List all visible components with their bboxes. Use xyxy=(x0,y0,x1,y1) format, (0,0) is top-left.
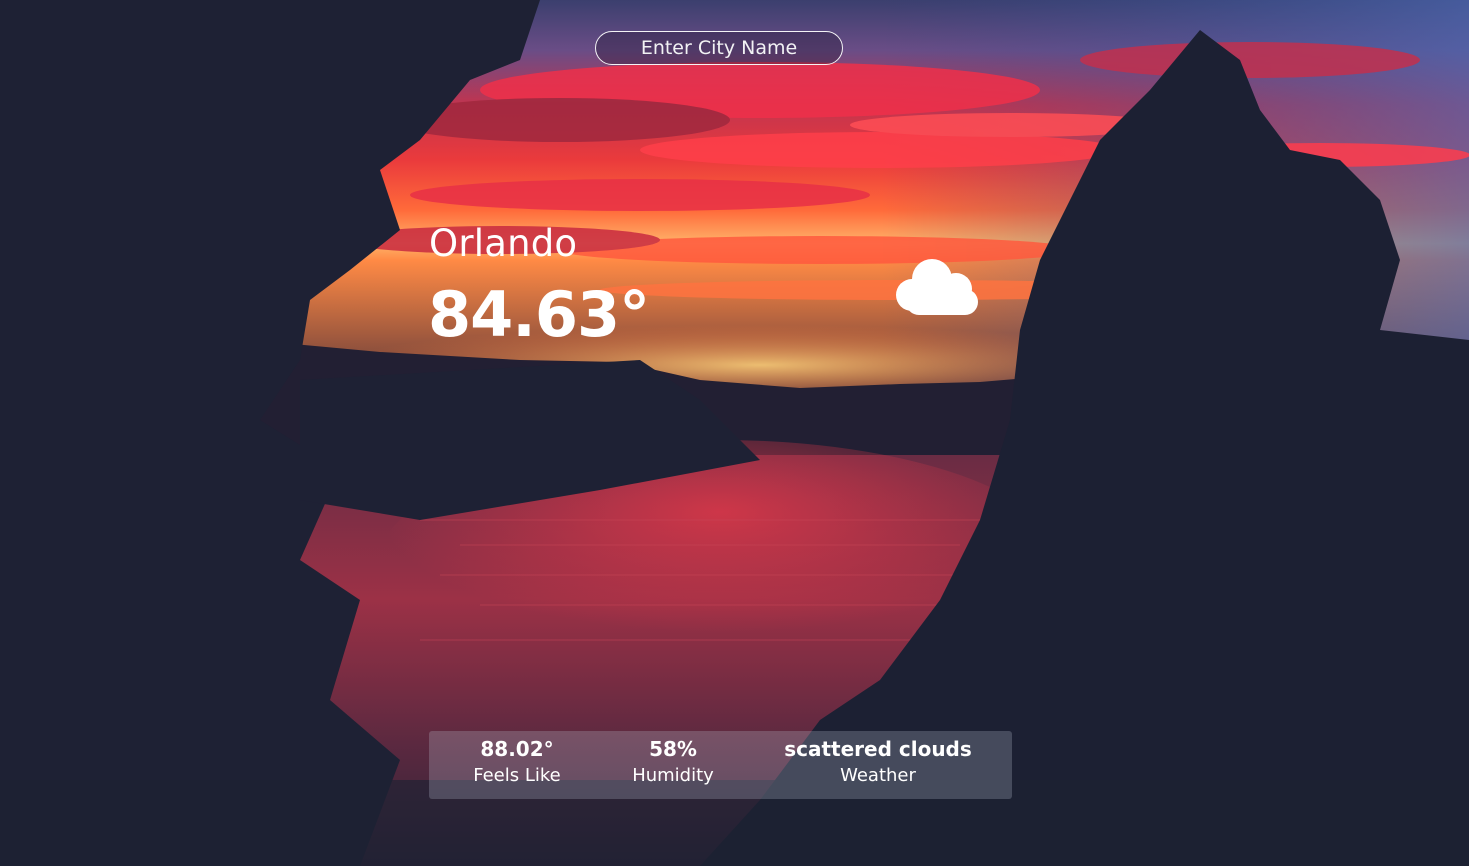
feels-like-label: Feels Like xyxy=(473,765,561,786)
weather-stats-panel: 88.02° Feels Like 58% Humidity scattered… xyxy=(429,731,1012,799)
weather-app: Orlando 84.63° 88.02° Feels Like 58% Hum… xyxy=(0,0,1469,866)
feels-like-value: 88.02° xyxy=(480,737,554,761)
city-search-input[interactable] xyxy=(595,31,843,65)
humidity-label: Humidity xyxy=(632,765,714,786)
city-name: Orlando xyxy=(429,222,578,265)
current-temperature: 84.63° xyxy=(428,278,650,351)
weather-description-label: Weather xyxy=(840,765,916,786)
humidity-stat: 58% Humidity xyxy=(605,731,741,799)
cloud-icon xyxy=(896,259,978,315)
weather-description-stat: scattered clouds Weather xyxy=(767,731,989,799)
humidity-value: 58% xyxy=(649,737,697,761)
weather-description-value: scattered clouds xyxy=(784,737,972,761)
feels-like-stat: 88.02° Feels Like xyxy=(449,731,585,799)
